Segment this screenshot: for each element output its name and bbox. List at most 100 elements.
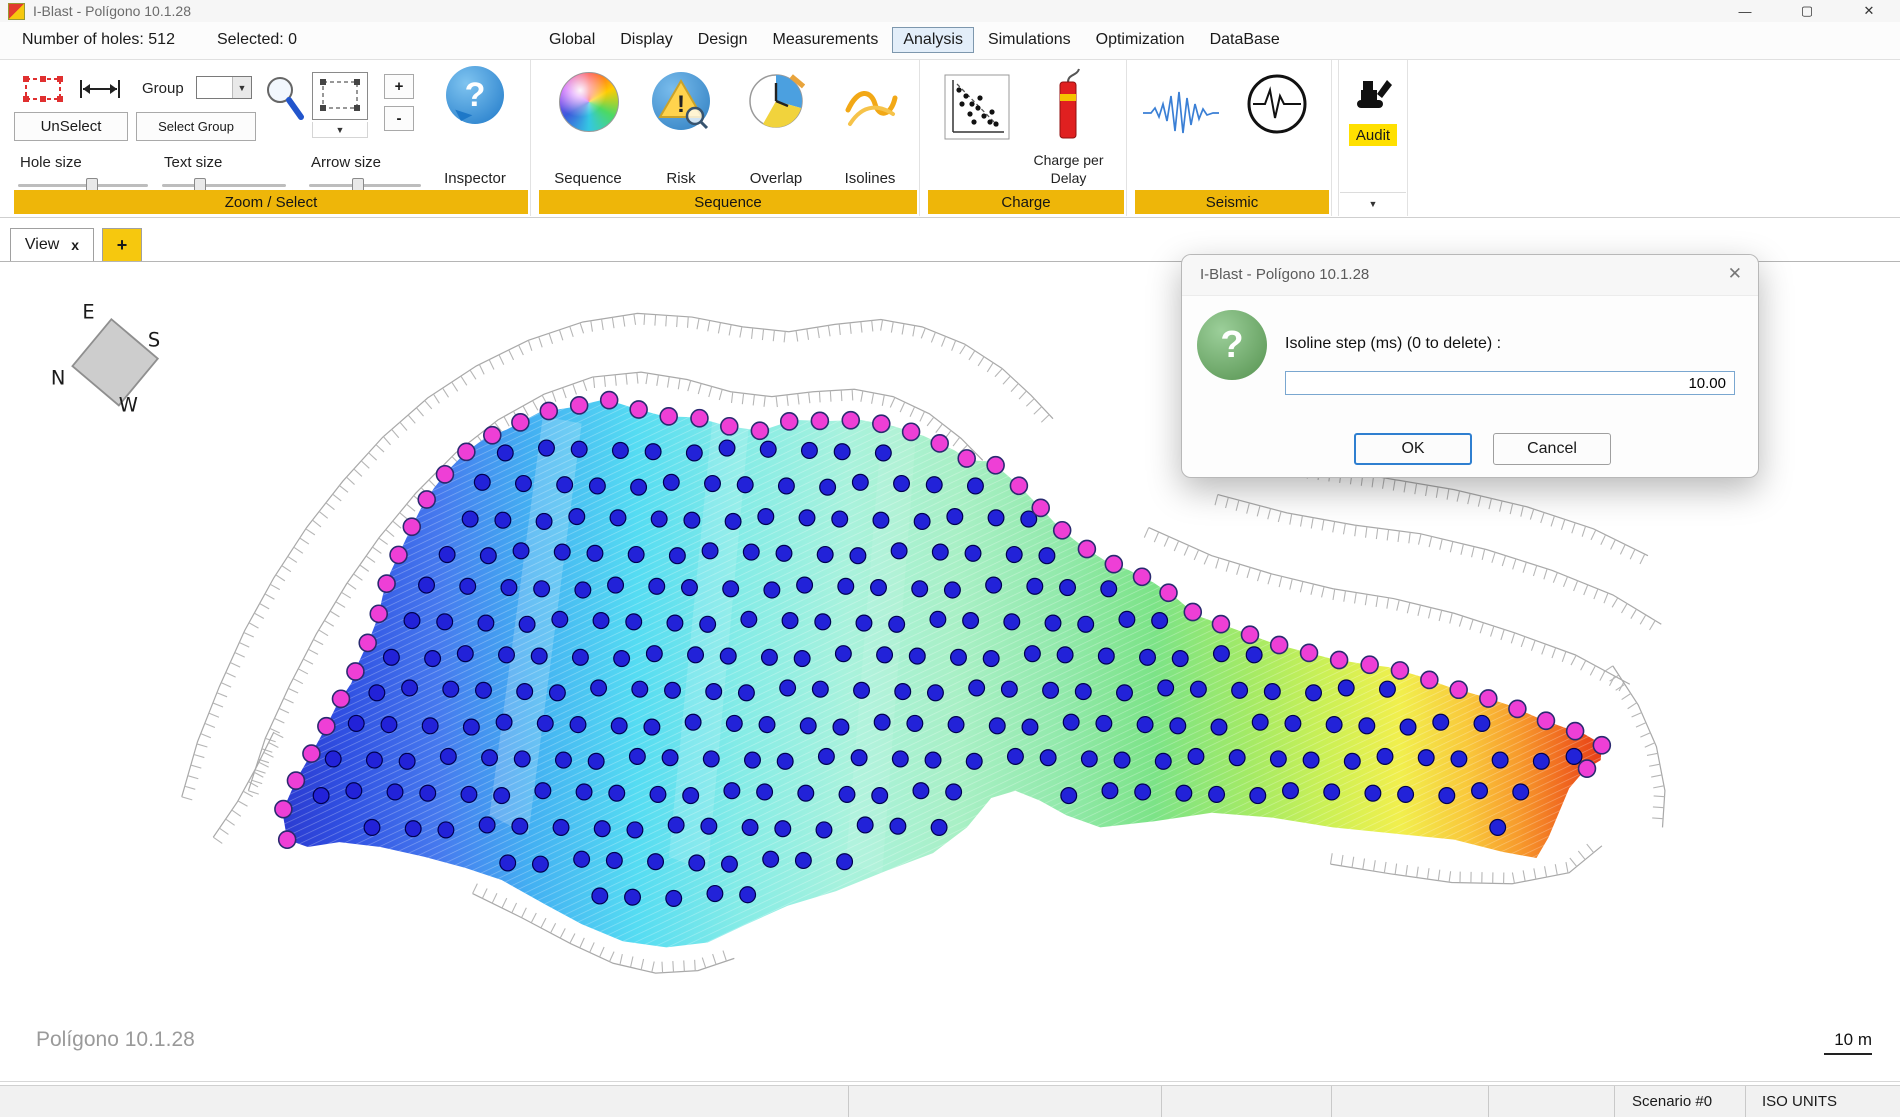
charge-per-delay-icon[interactable]	[1048, 66, 1088, 146]
menu-item-database[interactable]: DataBase	[1199, 27, 1291, 53]
measure-arrow-icon[interactable]	[74, 72, 126, 106]
svg-text:E: E	[82, 300, 94, 323]
isoline-step-dialog: I-Blast - Polígono 10.1.28 ✕ ? Isoline s…	[1181, 254, 1759, 478]
risk-label: Risk	[636, 170, 726, 187]
zoom-magnifier-icon[interactable]	[262, 74, 306, 122]
menu-item-display[interactable]: Display	[609, 27, 683, 53]
zoom-window-button[interactable]	[312, 72, 368, 120]
svg-text:N: N	[51, 366, 66, 389]
zoom-window-icon	[313, 73, 367, 119]
group-dropdown[interactable]: ▼	[196, 76, 252, 99]
risk-icon[interactable]: !	[652, 72, 710, 130]
menu-item-design[interactable]: Design	[687, 27, 759, 53]
scale-bar: 10 m	[1824, 1030, 1872, 1055]
arrow-size-label: Arrow size	[311, 154, 381, 171]
zoom-options-chevron[interactable]: ▼	[312, 122, 368, 138]
section-label-charge: Charge	[928, 190, 1124, 214]
svg-text:S: S	[148, 328, 160, 351]
isolines-label: Isolines	[825, 170, 915, 187]
scale-line	[1824, 1053, 1872, 1055]
menu-item-analysis[interactable]: Analysis	[892, 27, 974, 53]
units-label: ISO UNITS	[1762, 1093, 1837, 1110]
menu-item-measurements[interactable]: Measurements	[762, 27, 890, 53]
sequence-icon[interactable]	[559, 72, 619, 132]
svg-text:!: !	[677, 91, 685, 118]
tab-close-icon[interactable]: x	[71, 237, 79, 253]
add-tab-button[interactable]: +	[102, 228, 142, 261]
ribbon-toolbar: Group ▼ UnSelect Select Group ▼ + - Hole…	[0, 60, 1900, 218]
scenario-label: Scenario #0	[1632, 1093, 1712, 1110]
application-window: I-Blast - Polígono 10.1.28 — ▢ ✕ Number …	[0, 0, 1900, 1117]
ribbon-group-charge: Charge per Delay Charge	[926, 60, 1127, 216]
dialog-close-icon[interactable]: ✕	[1728, 264, 1742, 284]
slider-track	[18, 184, 148, 187]
app-icon	[8, 3, 25, 20]
ribbon-group-seismic: Seismic	[1133, 60, 1332, 216]
zoom-in-button[interactable]: +	[384, 74, 414, 99]
tab-view-label: View	[25, 236, 59, 254]
menu-item-global[interactable]: Global	[538, 27, 606, 53]
charge-per-delay-label-line1: Charge per	[1021, 152, 1116, 168]
charge-chart-icon[interactable]	[944, 74, 1010, 140]
slider-track	[309, 184, 421, 187]
dialog-title: I-Blast - Polígono 10.1.28	[1200, 266, 1369, 283]
question-icon: ?	[1197, 310, 1267, 380]
section-label-seismic: Seismic	[1135, 190, 1329, 214]
chevron-down-icon: ▼	[232, 77, 251, 98]
statusbar-separator	[1331, 1086, 1332, 1117]
isoline-step-input[interactable]	[1285, 371, 1735, 395]
statusbar-separator	[848, 1086, 849, 1117]
selection-rectangle-icon[interactable]	[20, 72, 66, 106]
statusbar-separator	[1745, 1086, 1746, 1117]
close-button[interactable]: ✕	[1838, 0, 1900, 22]
scale-label: 10 m	[1834, 1030, 1872, 1049]
ribbon-group-audit: Audit ▼	[1338, 60, 1408, 216]
audit-chevron[interactable]: ▼	[1340, 192, 1406, 215]
statusbar-separator	[1161, 1086, 1162, 1117]
zoom-out-button[interactable]: -	[384, 106, 414, 131]
svg-text:W: W	[119, 393, 138, 416]
overlap-icon[interactable]	[747, 72, 805, 130]
hole-size-label: Hole size	[20, 154, 82, 171]
seismograph-icon[interactable]	[1245, 72, 1309, 136]
canvas-caption: Polígono 10.1.28	[36, 1028, 195, 1052]
unselect-button[interactable]: UnSelect	[14, 112, 128, 141]
minimize-button[interactable]: —	[1714, 0, 1776, 22]
menu-item-optimization[interactable]: Optimization	[1085, 27, 1196, 53]
window-controls: — ▢ ✕	[1714, 0, 1900, 22]
inspector-label: Inspector	[416, 170, 534, 187]
menu-item-simulations[interactable]: Simulations	[977, 27, 1082, 53]
menu-bar: Number of holes: 512 Selected: 0 Global D…	[0, 22, 1900, 60]
sequence-label: Sequence	[543, 170, 633, 187]
isolines-icon[interactable]	[841, 72, 899, 130]
section-label-sequence: Sequence	[539, 190, 917, 214]
overlap-label: Overlap	[731, 170, 821, 187]
seismic-waveform-icon[interactable]	[1141, 86, 1221, 140]
ok-button[interactable]: OK	[1354, 433, 1472, 465]
hole-counters: Number of holes: 512 Selected: 0	[22, 31, 339, 49]
holes-count-label: Number of holes: 512	[22, 31, 175, 48]
group-label: Group	[142, 80, 184, 97]
inspector-icon[interactable]: ?	[446, 66, 504, 124]
maximize-button[interactable]: ▢	[1776, 0, 1838, 22]
compass: E S N W	[51, 300, 160, 416]
window-title: I-Blast - Polígono 10.1.28	[33, 3, 191, 19]
slider-track	[162, 184, 286, 187]
selected-count-label: Selected: 0	[217, 31, 297, 48]
section-label-zoom-select: Zoom / Select	[14, 190, 528, 214]
audit-machine-icon[interactable]	[1351, 70, 1395, 112]
statusbar-separator	[1488, 1086, 1489, 1117]
tab-view[interactable]: View x	[10, 228, 94, 261]
text-size-label: Text size	[164, 154, 222, 171]
select-group-button[interactable]: Select Group	[136, 112, 256, 141]
ribbon-group-zoom-select: Group ▼ UnSelect Select Group ▼ + - Hole…	[12, 60, 531, 216]
status-bar: Scenario #0 ISO UNITS	[0, 1085, 1900, 1117]
title-bar: I-Blast - Polígono 10.1.28 — ▢ ✕	[0, 0, 1900, 22]
dialog-prompt: Isoline step (ms) (0 to delete) :	[1285, 335, 1501, 353]
charge-per-delay-label-line2: Delay	[1021, 170, 1116, 186]
statusbar-separator	[1614, 1086, 1615, 1117]
audit-button[interactable]: Audit	[1349, 124, 1397, 146]
cancel-button[interactable]: Cancel	[1493, 433, 1611, 465]
ribbon-group-sequence: ! Se	[537, 60, 920, 216]
main-menu: Global Display Design Measurements Analy…	[538, 27, 1291, 53]
